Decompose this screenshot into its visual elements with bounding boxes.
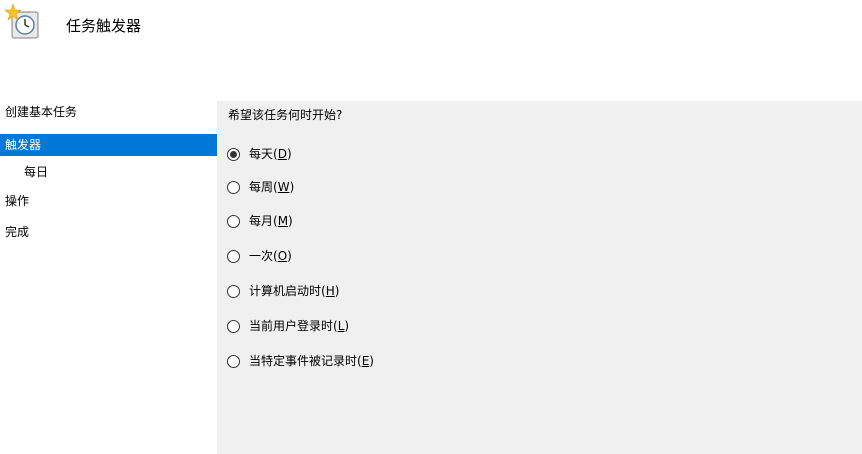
wizard-title: 任务触发器 (66, 17, 142, 35)
wizard-steps-sidebar: 创建基本任务 触发器 每日 操作 完成 (0, 101, 217, 454)
option-once[interactable]: 一次(O) (227, 247, 292, 265)
trigger-question: 希望该任务何时开始? (228, 108, 343, 122)
radio-once[interactable] (227, 249, 240, 263)
step-action: 操作 (5, 194, 30, 208)
radio-daily[interactable] (227, 147, 240, 161)
option-computer-start-label[interactable]: 计算机启动时(H) (249, 282, 339, 300)
step-trigger: 触发器 (0, 134, 217, 156)
wizard-header: 任务触发器 (0, 0, 862, 101)
radio-user-logon[interactable] (227, 319, 240, 333)
step-finish: 完成 (5, 225, 30, 239)
option-daily-label[interactable]: 每天(D) (249, 145, 292, 163)
radio-event-logged[interactable] (227, 354, 240, 368)
task-scheduler-clock-icon (4, 4, 39, 39)
option-event-logged[interactable]: 当特定事件被记录时(E) (227, 352, 374, 370)
radio-monthly[interactable] (227, 214, 240, 228)
option-computer-start[interactable]: 计算机启动时(H) (227, 282, 339, 300)
option-user-logon-label[interactable]: 当前用户登录时(L) (249, 317, 349, 335)
radio-computer-start[interactable] (227, 284, 240, 298)
option-weekly[interactable]: 每周(W) (227, 178, 294, 196)
step-create-basic-task: 创建基本任务 (5, 105, 78, 119)
wizard-body: 创建基本任务 触发器 每日 操作 完成 希望该任务何时开始? 每天(D) 每周(… (0, 101, 862, 454)
option-user-logon[interactable]: 当前用户登录时(L) (227, 317, 349, 335)
step-daily: 每日 (24, 165, 49, 179)
option-monthly-label[interactable]: 每月(M) (249, 212, 293, 230)
option-event-logged-label[interactable]: 当特定事件被记录时(E) (249, 352, 374, 370)
trigger-content-panel: 希望该任务何时开始? 每天(D) 每周(W) 每月(M) 一次(O) 计算机启动… (217, 101, 862, 454)
radio-weekly[interactable] (227, 180, 240, 194)
option-monthly[interactable]: 每月(M) (227, 212, 293, 230)
option-weekly-label[interactable]: 每周(W) (249, 178, 294, 196)
option-once-label[interactable]: 一次(O) (249, 247, 292, 265)
option-daily[interactable]: 每天(D) (227, 145, 292, 163)
